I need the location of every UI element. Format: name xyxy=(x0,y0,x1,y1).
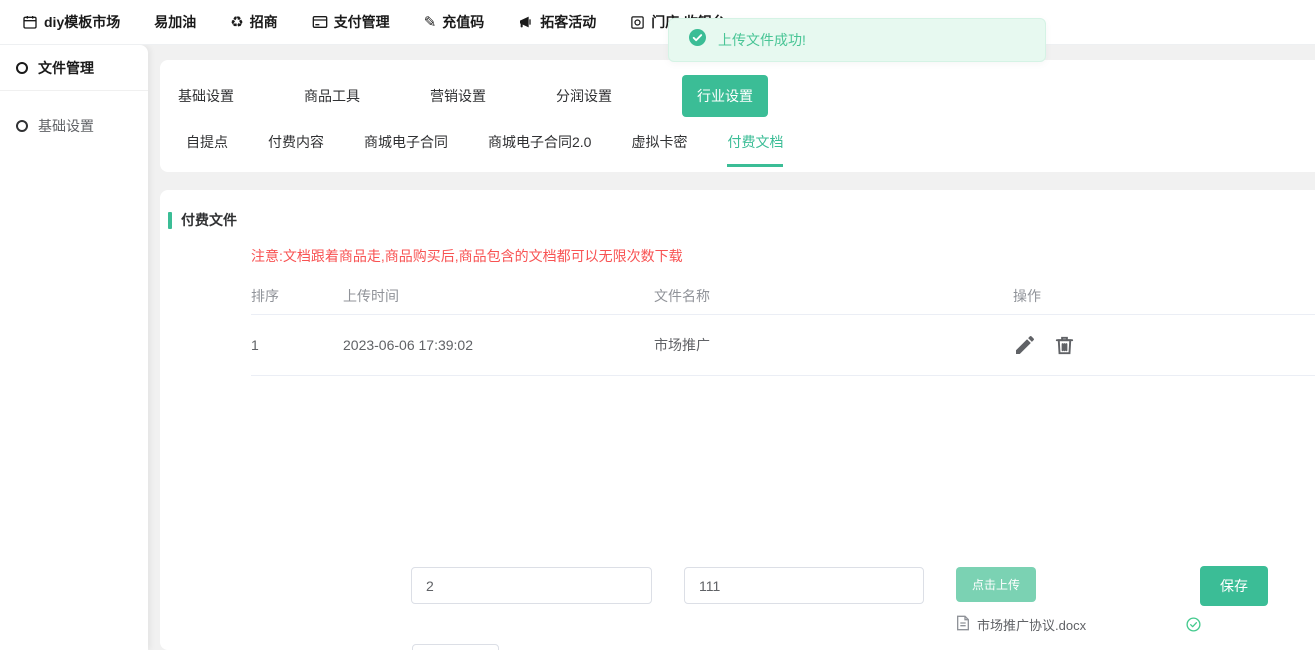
megaphone-icon xyxy=(518,15,534,29)
nav-item-customer-activity[interactable]: 拓客活动 xyxy=(518,12,596,32)
sidebar-item-label: 基础设置 xyxy=(38,116,94,136)
section-title: 付费文件 xyxy=(181,210,237,230)
nav-label: 支付管理 xyxy=(334,12,390,32)
col-header-file-name: 文件名称 xyxy=(654,286,1013,306)
uploaded-file-name: 市场推广协议.docx xyxy=(977,615,1086,634)
document-icon xyxy=(956,615,970,634)
subtab-paid-content[interactable]: 付费内容 xyxy=(268,132,324,164)
nav-label: 易加油 xyxy=(154,12,196,32)
subtab-pickup-point[interactable]: 自提点 xyxy=(186,132,228,164)
cell-file-name: 市场推广 xyxy=(654,335,1013,355)
toast-message: 上传文件成功! xyxy=(718,30,806,50)
save-button[interactable]: 保存 xyxy=(1200,566,1268,606)
tab-basic-settings[interactable]: 基础设置 xyxy=(178,86,234,106)
col-header-operations: 操作 xyxy=(1013,286,1315,306)
nav-label: 充值码 xyxy=(442,12,484,32)
cell-sort: 1 xyxy=(251,337,343,353)
section-header: 付费文件 xyxy=(160,190,1315,230)
bank-card-icon xyxy=(312,15,328,29)
subtab-mall-econtract[interactable]: 商城电子合同 xyxy=(364,132,448,164)
table-header-row: 排序 上传时间 文件名称 操作 xyxy=(251,278,1315,315)
sidebar: 文件管理 基础设置 xyxy=(0,45,148,650)
primary-tabs: 基础设置 商品工具 营销设置 分润设置 行业设置 xyxy=(160,60,1315,118)
nav-label: 招商 xyxy=(250,12,278,32)
tab-profit-settings[interactable]: 分润设置 xyxy=(556,86,612,106)
notice-text: 注意:文档跟着商品走,商品购买后,商品包含的文档都可以无限次数下载 xyxy=(251,246,1315,266)
pen-icon: ✎ xyxy=(424,15,437,30)
cell-upload-time: 2023-06-06 17:39:02 xyxy=(343,337,654,353)
upload-area: 点击上传 市场推广协议.docx xyxy=(956,567,1201,634)
radio-circle-icon xyxy=(16,62,28,74)
app-window: diy模板市场 易加油 ♻ 招商 支付管理 ✎ 充值码 xyxy=(0,0,1315,650)
edit-form-row: 点击上传 市场推广协议.docx xyxy=(411,567,1201,634)
nav-item-payment-management[interactable]: 支付管理 xyxy=(312,12,390,32)
cell-operations xyxy=(1013,333,1315,357)
upload-button[interactable]: 点击上传 xyxy=(956,567,1036,602)
sort-input[interactable] xyxy=(411,567,652,604)
nav-item-zhaoshang[interactable]: ♻ 招商 xyxy=(230,12,277,32)
tab-marketing-settings[interactable]: 营销设置 xyxy=(430,86,486,106)
table-row: 1 2023-06-06 17:39:02 市场推广 xyxy=(251,315,1315,376)
tab-product-tools[interactable]: 商品工具 xyxy=(304,86,360,106)
add-row-button[interactable]: + 添加 xyxy=(412,644,499,650)
nav-item-yijiayou[interactable]: 易加油 xyxy=(154,12,196,32)
top-navbar: diy模板市场 易加油 ♻ 招商 支付管理 ✎ 充值码 xyxy=(0,0,1315,45)
tab-industry-settings-active[interactable]: 行业设置 xyxy=(682,75,768,117)
cash-register-icon xyxy=(630,15,645,30)
sidebar-item-basic-settings[interactable]: 基础设置 xyxy=(0,103,148,149)
subtab-virtual-card[interactable]: 虚拟卡密 xyxy=(631,132,687,164)
nav-label: diy模板市场 xyxy=(44,12,120,32)
edit-pencil-icon[interactable] xyxy=(1013,333,1037,357)
radio-circle-icon xyxy=(16,120,28,132)
upload-success-toast: 上传文件成功! xyxy=(668,18,1046,62)
files-table: 排序 上传时间 文件名称 操作 1 2023-06-06 17:39:02 市场… xyxy=(251,278,1315,376)
col-header-upload-time: 上传时间 xyxy=(343,286,654,306)
subtab-mall-econtract-2[interactable]: 商城电子合同2.0 xyxy=(488,132,591,164)
recycle-icon: ♻ xyxy=(230,15,243,30)
nav-label: 拓客活动 xyxy=(540,12,596,32)
nav-item-diy-template-market[interactable]: diy模板市场 xyxy=(22,12,120,32)
sidebar-item-label: 文件管理 xyxy=(38,58,94,78)
secondary-tabs: 自提点 付费内容 商城电子合同 商城电子合同2.0 虚拟卡密 付费文档 xyxy=(160,118,1315,167)
calendar-icon xyxy=(22,14,38,30)
file-name-input[interactable] xyxy=(684,567,924,604)
nav-item-recharge-code[interactable]: ✎ 充值码 xyxy=(424,12,485,32)
sidebar-item-file-management[interactable]: 文件管理 xyxy=(0,45,148,91)
upload-complete-check-icon xyxy=(1186,617,1201,632)
subtab-paid-docs-active[interactable]: 付费文档 xyxy=(727,132,783,167)
col-header-sort: 排序 xyxy=(251,286,343,306)
section-accent-bar xyxy=(168,212,172,229)
success-check-icon xyxy=(689,29,706,51)
uploaded-file-item[interactable]: 市场推广协议.docx xyxy=(956,615,1201,634)
delete-trash-icon[interactable] xyxy=(1053,333,1076,357)
content-panel: 付费文件 注意:文档跟着商品走,商品购买后,商品包含的文档都可以无限次数下载 排… xyxy=(160,190,1315,650)
tabs-panel: 基础设置 商品工具 营销设置 分润设置 行业设置 自提点 付费内容 商城电子合同… xyxy=(160,60,1315,172)
